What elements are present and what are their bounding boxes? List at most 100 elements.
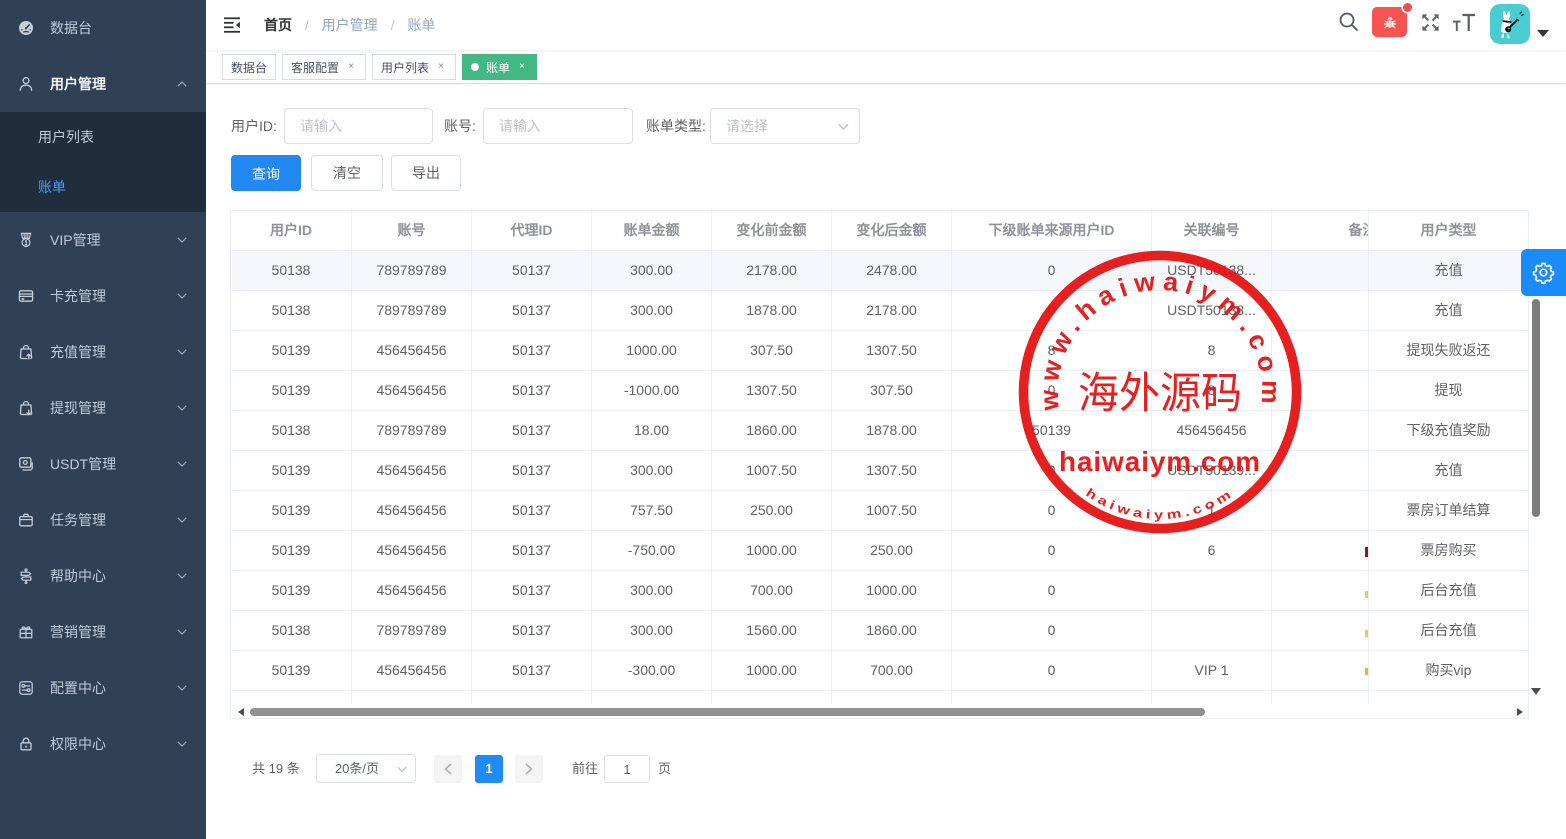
table-cell: 50137 — [472, 651, 592, 691]
horizontal-scrollbar[interactable] — [231, 703, 1528, 717]
sidebar-item-8[interactable]: 帮助中心 — [0, 548, 206, 604]
tag-用户列表[interactable]: 用户列表× — [372, 54, 456, 80]
table-cell: 307.50 — [712, 331, 832, 371]
table-cell: 6 — [1152, 531, 1272, 571]
sidebar: 数据台用户管理用户列表账单VIP管理卡充管理充值管理提现管理USDT管理任务管理… — [0, 0, 206, 839]
close-icon[interactable]: × — [435, 61, 447, 73]
table-cell: 50138 — [231, 291, 352, 331]
sidebar-item-2[interactable]: VIP管理 — [0, 212, 206, 268]
table-cell — [1368, 691, 1528, 703]
sidebar-item-10[interactable]: 配置中心 — [0, 660, 206, 716]
hamburger-icon[interactable] — [223, 16, 241, 34]
table-cell: 1878.00 — [712, 291, 832, 331]
table-row: 501387897897895013718.001860.001878.0050… — [231, 411, 1528, 451]
table-cell: 0 — [952, 651, 1152, 691]
close-icon[interactable]: × — [345, 61, 357, 73]
breadcrumb-home[interactable]: 首页 — [264, 17, 292, 33]
vertical-scrollbar[interactable] — [1532, 250, 1540, 703]
avatar[interactable] — [1490, 4, 1530, 44]
bill-type-label: 账单类型: — [646, 108, 706, 144]
sidebar-subitem-账单[interactable]: 账单 — [0, 162, 206, 212]
table-cell: 50138 — [231, 251, 352, 291]
breadcrumb-separator: / — [305, 17, 309, 33]
sidebar-item-3[interactable]: 卡充管理 — [0, 268, 206, 324]
error-log-badge — [1403, 3, 1412, 12]
table-row: 5013945645645650137-300.001000.00700.000… — [231, 651, 1528, 691]
page-size-value: 20条/页 — [335, 761, 379, 776]
text-size-icon[interactable] — [1452, 13, 1476, 33]
column-header: 变化后金额 — [832, 211, 952, 251]
prev-page-button[interactable] — [434, 755, 462, 783]
medal-icon — [18, 232, 34, 248]
tag-客服配置[interactable]: 客服配置 × — [282, 54, 366, 80]
table-cell — [472, 691, 592, 703]
fullscreen-icon[interactable] — [1421, 13, 1440, 32]
table-cell: -1000.00 — [592, 371, 712, 411]
active-tag-dot — [471, 63, 479, 71]
table-cell: 充值 — [1368, 291, 1528, 331]
vertical-scrollbar-thumb[interactable] — [1532, 299, 1540, 517]
next-page-button[interactable] — [515, 755, 543, 783]
table-header-row: 用户ID账号代理ID账单金额变化前金额变化后金额下级账单来源用户ID关联编号备注 — [231, 211, 1528, 251]
sidebar-subitem-用户列表[interactable]: 用户列表 — [0, 112, 206, 162]
scroll-left-arrow-icon[interactable] — [238, 708, 244, 716]
table-cell: 700.00 — [832, 651, 952, 691]
table-cell — [352, 691, 472, 703]
table-cell: 700.00 — [712, 571, 832, 611]
table-cell: 50137 — [472, 451, 592, 491]
clear-button[interactable]: 清空 — [311, 155, 383, 191]
table-cell: 18.00 — [592, 411, 712, 451]
search-icon[interactable] — [1338, 11, 1359, 32]
truncated-remark-text — [1365, 630, 1368, 637]
table-cell: 1000.00 — [712, 531, 832, 571]
sidebar-item-0[interactable]: 数据台 — [0, 0, 206, 56]
table-cell — [1152, 691, 1272, 703]
page-size-select[interactable]: 20条/页 — [316, 754, 416, 783]
table-cell: 50137 — [472, 371, 592, 411]
table-cell: 8 — [952, 331, 1152, 371]
scroll-right-arrow-icon[interactable] — [1517, 708, 1523, 716]
current-page-button[interactable]: 1 — [475, 755, 503, 783]
sidebar-item-4[interactable]: 充值管理 — [0, 324, 206, 380]
user-id-label: 用户ID: — [231, 108, 277, 144]
chevron-down-icon — [177, 460, 187, 468]
sidebar-item-1[interactable]: 用户管理 — [0, 56, 206, 112]
table-cell: 0 — [952, 291, 1152, 331]
sidebar-item-11[interactable]: 权限中心 — [0, 716, 206, 772]
search-button[interactable]: 查询 — [231, 155, 301, 191]
user-id-input[interactable] — [284, 108, 433, 144]
money-icon — [18, 456, 34, 472]
table-cell: 1 — [1152, 491, 1272, 531]
table-cell: 票房订单结算 — [1368, 491, 1528, 531]
table-cell: 1307.50 — [832, 451, 952, 491]
sidebar-item-5[interactable]: 提现管理 — [0, 380, 206, 436]
error-log-button[interactable] — [1372, 7, 1407, 37]
caret-down-icon[interactable] — [1537, 30, 1549, 37]
tag-label: 客服配置 — [291, 59, 339, 76]
table-cell: 票房购买 — [1368, 531, 1528, 571]
table-cell: 提现失败返还 — [1368, 331, 1528, 371]
truncated-remark-text — [1365, 547, 1368, 557]
tag-账单[interactable]: 账单× — [462, 54, 537, 80]
table-cell: 456456456 — [352, 331, 472, 371]
bill-type-select[interactable]: 请选择 — [710, 108, 860, 144]
settings-button[interactable] — [1521, 249, 1566, 296]
table-cell: 456456456 — [1152, 411, 1272, 451]
sidebar-item-6[interactable]: USDT管理 — [0, 436, 206, 492]
chevron-down-icon — [838, 123, 849, 131]
column-header: 下级账单来源用户ID — [952, 211, 1152, 251]
tag-数据台[interactable]: 数据台 — [222, 54, 276, 80]
table-cell: 456456456 — [352, 531, 472, 571]
scroll-down-arrow-icon[interactable] — [1531, 688, 1541, 695]
goto-page-input[interactable] — [604, 755, 650, 783]
close-icon[interactable]: × — [516, 61, 528, 73]
table-cell: 8 — [1152, 331, 1272, 371]
export-button[interactable]: 导出 — [391, 155, 461, 191]
horizontal-scrollbar-thumb[interactable] — [250, 708, 1205, 716]
sidebar-item-9[interactable]: 营销管理 — [0, 604, 206, 660]
table-cell: 1000.00 — [592, 331, 712, 371]
column-header: 用户类型 — [1368, 211, 1528, 251]
sidebar-item-7[interactable]: 任务管理 — [0, 492, 206, 548]
account-input[interactable] — [483, 108, 633, 144]
breadcrumb-user-mgmt[interactable]: 用户管理 — [322, 17, 378, 33]
